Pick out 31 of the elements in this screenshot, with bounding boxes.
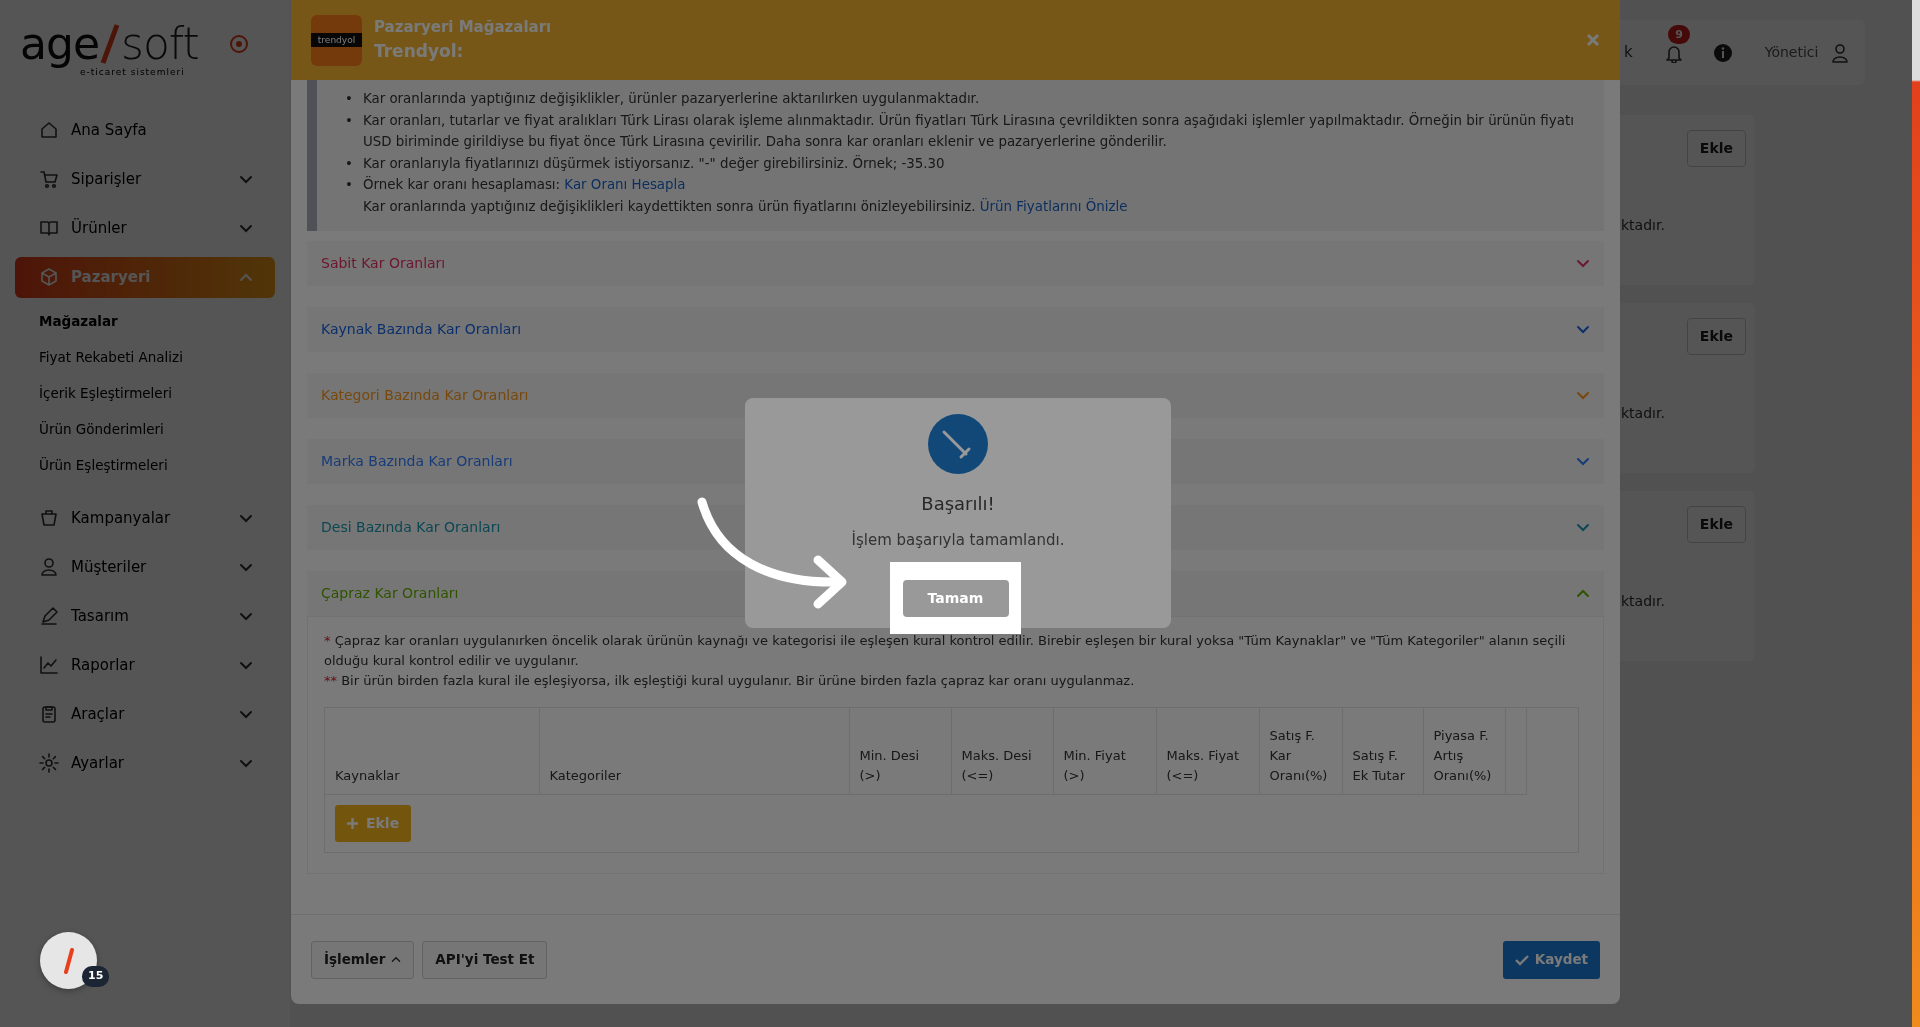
info-text: Kar oranları, tutarlar ve fiyat aralıkları Türk Lirası olarak işleme alınmaktadır. Ürün fiyatları Türk Lirasına çevrildikten sonra aşağıdaki işlemler yapılmaktadır. Örneğin bir ürünün fiyatı USD biriminde girildiyse bu fiyat önce Türk Lirasına çevirilir. Daha sonra kar oranları eklenir ve pazaryerlerine gönderilir. xyxy=(362,111,1575,151)
description-text: ktadır. xyxy=(1621,404,1665,423)
column-header: Min. Fiyat (>) xyxy=(1053,708,1156,794)
dialog-message: İşlem başarıyla tamamlandı. xyxy=(851,529,1065,551)
note-text: ** Bir ürün birden fazla kural ile eşleşiyorsa, ilk eşleştiği kural uygulanır. Bir ürüne birden fazla çapraz kar oranı uygulanmaz. xyxy=(324,672,1136,690)
column-header: Maks. Desi (<=) xyxy=(951,708,1053,794)
column-header: Min. Desi (>) xyxy=(849,708,951,794)
column-header: Maks. Fiyat (<=) xyxy=(1156,708,1259,794)
bullet: • xyxy=(345,176,353,194)
bullet: • xyxy=(345,154,353,173)
modal-subtitle: Trendyol: xyxy=(374,39,465,63)
column-header: Satış F. Kar Oranı(%) xyxy=(1259,708,1342,794)
info-text: Kar oranlarıyla fiyatlarınızı düşürmek istiyorsanız. "-" değer girebilirsiniz. Örnek; -35.30 xyxy=(362,154,945,173)
info-text: Örnek kar oranı hesaplaması: Kar Oranı Hesapla xyxy=(362,175,687,194)
modal-title: Pazaryeri Mağazaları xyxy=(374,17,552,38)
column-header: Kaynaklar xyxy=(325,708,539,794)
info-text: Kar oranlarında yaptığınız değişiklikler, ürünler pazaryerlerine aktarılırken uygulanmaktadır. xyxy=(362,90,980,108)
dialog-title: Başarılı! xyxy=(921,492,995,516)
bullet: • xyxy=(345,90,353,108)
brand-logo: trendyol xyxy=(311,14,362,66)
logo: age soft e-ticaret sistemleri xyxy=(20,22,199,79)
description-text: ktadır. xyxy=(1621,592,1665,611)
column-header: Kategoriler xyxy=(539,708,849,794)
bullet: • xyxy=(345,111,353,130)
topbar-text: k xyxy=(1624,42,1633,64)
note-text: * Çapraz kar oranları uygulanırken öncelik olarak ürünün kaynağı ve kategorisi ile eşleşen kural kontrol edilir. Birebir eşleşen bir kural yoksa "Tüm Kaynaklar" ve "Tüm Kategoriler" alanın seçili olduğu kural kontrol edilir ve uygulanır. xyxy=(324,632,1567,670)
info-text: Kar oranlarında yaptığınız değişiklikleri kaydettikten sonra ürün fiyatlarını önizleyebilirsiniz. Ürün Fiyatlarını Önizle xyxy=(362,197,1128,216)
description-text: ktadır. xyxy=(1621,216,1665,235)
column-header: Satış F. Ek Tutar xyxy=(1342,708,1423,794)
notification-count: 9 xyxy=(1668,25,1690,44)
column-header: Piyasa F. Artış Oranı(%) xyxy=(1423,708,1505,794)
